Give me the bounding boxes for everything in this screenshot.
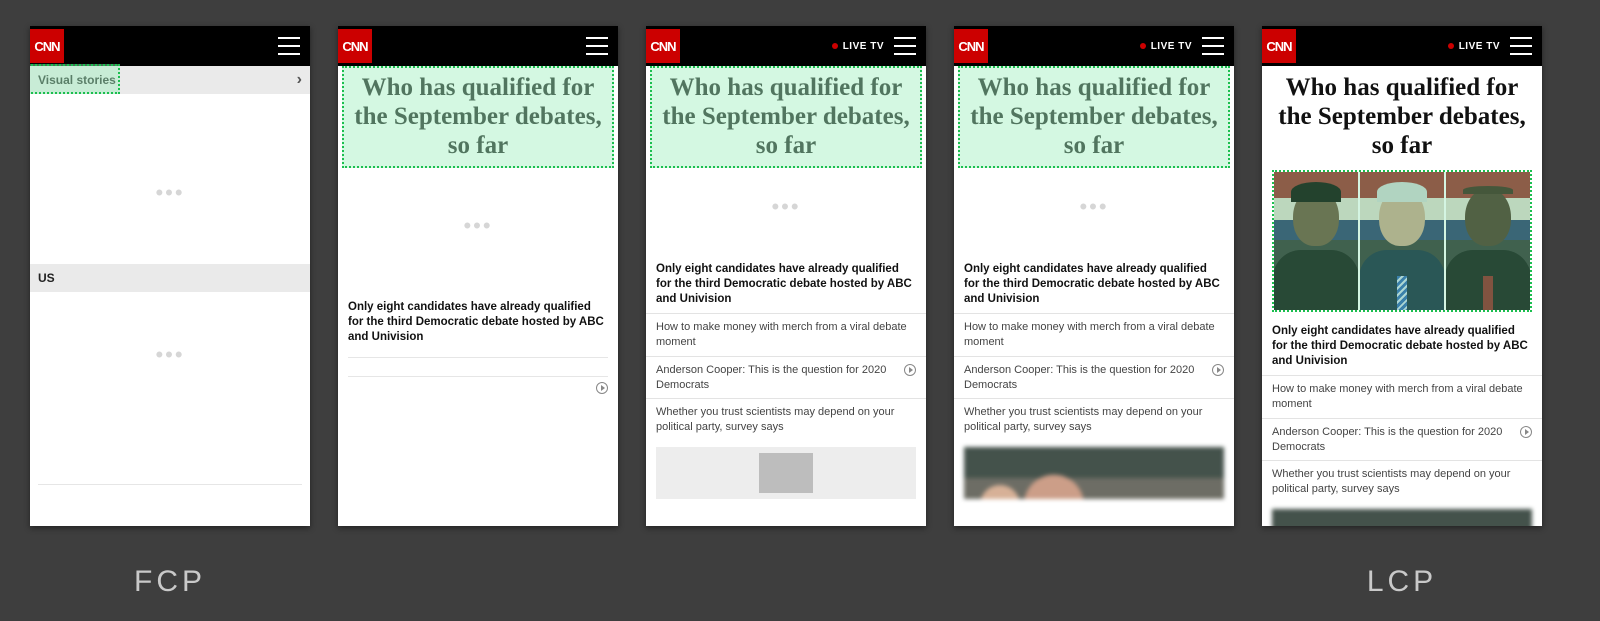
brand-logo[interactable]: CNN [1262,29,1296,63]
loading-dots-icon: ••• [30,344,310,374]
live-tv-link[interactable]: LIVE TV [832,41,884,52]
story-link[interactable]: Anderson Cooper: This is the question fo… [1262,418,1542,461]
menu-icon[interactable] [586,37,608,55]
article-headline[interactable]: Who has qualified for the September deba… [1262,66,1542,166]
live-tv-label: LIVE TV [1151,41,1192,52]
story-text: Whether you trust scientists may depend … [964,405,1224,435]
frame-1: CNN Visual stories › ••• US ••• [30,26,310,526]
metric-caption: LCP [1262,565,1542,599]
story-link[interactable]: Anderson Cooper: This is the question fo… [954,356,1234,399]
story-link[interactable]: Anderson Cooper: This is the question fo… [646,356,926,399]
frame-2: CNN Who has qualified for the September … [338,26,618,526]
story-link[interactable]: Whether you trust scientists may depend … [646,398,926,441]
metric-caption: FCP [30,565,310,599]
image-placeholder [656,447,916,499]
brand-logo[interactable]: CNN [30,29,64,63]
section-header-us[interactable]: US [30,264,310,292]
article-subhead[interactable]: Only eight candidates have already quali… [338,294,618,351]
frame-4: CNN LIVE TV Who has qualified for the Se… [954,26,1234,526]
story-text: How to make money with merch from a vira… [964,320,1224,350]
lcp-candidate-highlight [342,66,614,168]
live-dot-icon [1140,43,1146,49]
candidate-photo [1446,172,1530,310]
app-header: CNN LIVE TV [954,26,1234,66]
story-link[interactable]: Whether you trust scientists may depend … [954,398,1234,441]
loading-dots-icon: ••• [463,215,492,245]
story-text: Whether you trust scientists may depend … [1272,467,1532,497]
frame-3: CNN LIVE TV Who has qualified for the Se… [646,26,926,526]
loading-dots-icon: ••• [30,182,310,212]
hero-image[interactable] [1272,170,1532,312]
lcp-candidate-highlight [958,66,1230,168]
video-play-icon [1520,426,1532,438]
live-tv-link[interactable]: LIVE TV [1140,41,1192,52]
header-actions: LIVE TV [832,37,916,55]
story-text: Whether you trust scientists may depend … [656,405,916,435]
video-play-icon [1212,364,1224,376]
loading-dots-icon: ••• [1079,196,1108,226]
live-dot-icon [1448,43,1454,49]
live-tv-link[interactable]: LIVE TV [1448,41,1500,52]
app-header: CNN [30,26,310,66]
lcp-candidate-highlight [650,66,922,168]
menu-icon[interactable] [278,37,300,55]
app-header: CNN [338,26,618,66]
menu-icon[interactable] [1202,37,1224,55]
loading-dots-icon: ••• [771,196,800,226]
header-actions [278,37,300,55]
story-text: Anderson Cooper: This is the question fo… [1272,425,1516,455]
brand-logo[interactable]: CNN [954,29,988,63]
brand-logo[interactable]: CNN [646,29,680,63]
story-text: Anderson Cooper: This is the question fo… [964,363,1208,393]
header-actions: LIVE TV [1140,37,1224,55]
story-image[interactable] [964,447,1224,499]
brand-logo[interactable]: CNN [338,29,372,63]
app-header: CNN LIVE TV [646,26,926,66]
video-play-icon [596,382,608,394]
chevron-right-icon: › [297,71,302,89]
fcp-highlight [30,64,120,94]
candidate-photo [1274,172,1358,310]
header-actions: LIVE TV [1448,37,1532,55]
live-tv-label: LIVE TV [843,41,884,52]
story-link[interactable]: How to make money with merch from a vira… [1262,375,1542,418]
story-link[interactable]: How to make money with merch from a vira… [646,313,926,356]
story-link[interactable]: Whether you trust scientists may depend … [1262,460,1542,503]
candidate-photo [1360,172,1444,310]
live-tv-label: LIVE TV [1459,41,1500,52]
menu-icon[interactable] [894,37,916,55]
menu-icon[interactable] [1510,37,1532,55]
article-subhead[interactable]: Only eight candidates have already quali… [646,256,926,313]
section-label: US [38,271,55,285]
placeholder-icon [759,453,813,493]
story-text: How to make money with merch from a vira… [1272,382,1532,412]
article-subhead[interactable]: Only eight candidates have already quali… [1262,318,1542,375]
story-text: Anderson Cooper: This is the question fo… [656,363,900,393]
story-link[interactable]: How to make money with merch from a vira… [954,313,1234,356]
story-text: How to make money with merch from a vira… [656,320,916,350]
article-subhead[interactable]: Only eight candidates have already quali… [954,256,1234,313]
story-image[interactable] [1272,509,1532,526]
header-actions [586,37,608,55]
app-header: CNN LIVE TV [1262,26,1542,66]
frame-5: CNN LIVE TV Who has qualified for the Se… [1262,26,1542,526]
video-play-icon [904,364,916,376]
live-dot-icon [832,43,838,49]
